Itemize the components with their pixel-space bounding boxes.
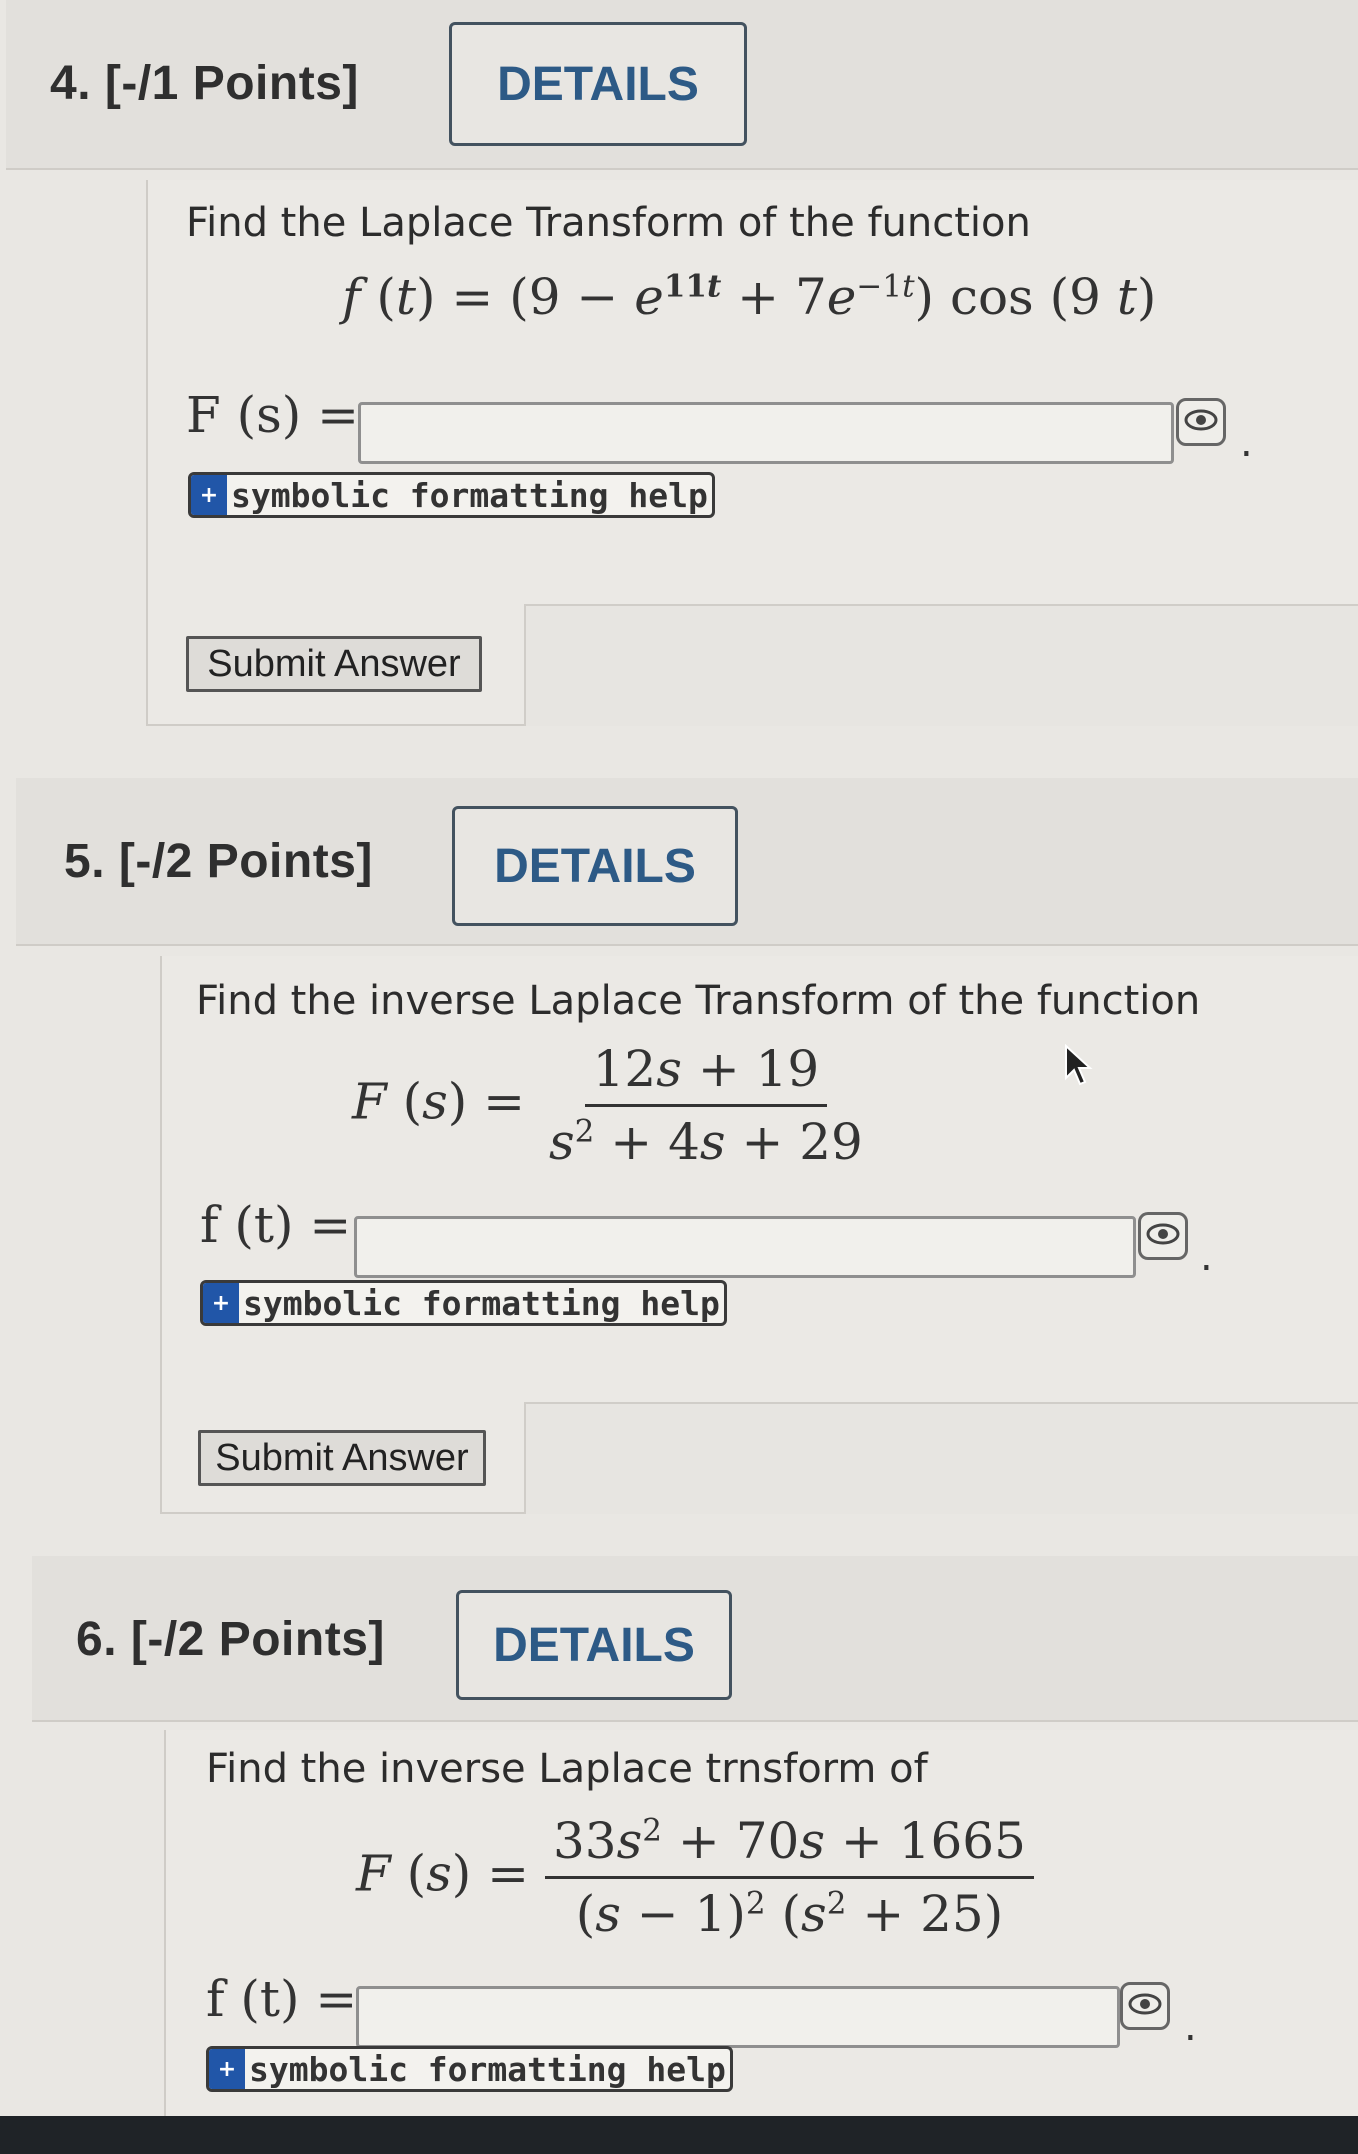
q4-answer-input[interactable] bbox=[358, 402, 1174, 464]
q5-submit-label: Submit Answer bbox=[215, 1436, 469, 1479]
q6-help-label: symbolic formatting help bbox=[249, 2049, 726, 2089]
q5-side-panel bbox=[524, 1402, 1358, 1514]
q6-function: F (s) = 33s2 + 70s + 1665 (s − 1)2 (s2 + … bbox=[356, 1812, 1034, 1943]
q5-number: 5. bbox=[64, 835, 106, 888]
q6-fraction: 33s2 + 70s + 1665 (s − 1)2 (s2 + 25) bbox=[544, 1812, 1034, 1943]
q5-period: . bbox=[1200, 1234, 1213, 1280]
q5-details-label: DETAILS bbox=[494, 839, 696, 893]
eye-icon bbox=[1184, 408, 1218, 436]
q6-number: 6. bbox=[76, 1613, 118, 1666]
q4-preview-button[interactable] bbox=[1176, 398, 1226, 446]
symbol-keyboard-icon: + bbox=[209, 2049, 245, 2089]
q5-details-button[interactable]: DETAILS bbox=[452, 806, 738, 926]
q5-preview-button[interactable] bbox=[1138, 1212, 1188, 1260]
q4-answer-label: F (s) = bbox=[186, 386, 360, 444]
q5-points: [-/2 Points] bbox=[118, 835, 373, 888]
q5-submit-button[interactable]: Submit Answer bbox=[198, 1430, 486, 1486]
q4-prompt: Find the Laplace Transform of the functi… bbox=[186, 200, 1031, 246]
q6-answer-input[interactable] bbox=[356, 1986, 1120, 2048]
q5-help-label: symbolic formatting help bbox=[243, 1283, 720, 1323]
q5-symbolic-help-link[interactable]: + symbolic formatting help bbox=[200, 1280, 727, 1326]
q5-prompt: Find the inverse Laplace Transform of th… bbox=[196, 978, 1201, 1024]
q4-help-label: symbolic formatting help bbox=[231, 475, 708, 515]
q4-points: [-/1 Points] bbox=[104, 57, 359, 110]
q6-details-button[interactable]: DETAILS bbox=[456, 1590, 732, 1700]
eye-icon bbox=[1146, 1222, 1180, 1250]
q6-period: . bbox=[1184, 2004, 1197, 2050]
symbol-keyboard-icon: + bbox=[191, 475, 227, 515]
q6-preview-button[interactable] bbox=[1120, 1982, 1170, 2030]
q6-prompt: Find the inverse Laplace trnsform of bbox=[206, 1746, 928, 1792]
q4-details-button[interactable]: DETAILS bbox=[449, 22, 747, 146]
bottom-bar bbox=[0, 2116, 1358, 2154]
q5-answer-label: f (t) = bbox=[200, 1196, 352, 1254]
q4-period: . bbox=[1240, 420, 1253, 466]
q4-submit-button[interactable]: Submit Answer bbox=[186, 636, 482, 692]
q5-function: F (s) = 12s + 19 s2 + 4s + 29 bbox=[352, 1040, 871, 1171]
q6-points: [-/2 Points] bbox=[130, 1613, 385, 1666]
eye-icon bbox=[1128, 1992, 1162, 2020]
q5-title: 5. [-/2 Points] bbox=[64, 834, 373, 889]
q4-number: 4. bbox=[50, 57, 92, 110]
q4-symbolic-help-link[interactable]: + symbolic formatting help bbox=[188, 472, 715, 518]
q5-fraction: 12s + 19 s2 + 4s + 29 bbox=[548, 1040, 863, 1171]
q5-answer-input[interactable] bbox=[354, 1216, 1136, 1278]
q4-details-label: DETAILS bbox=[497, 57, 699, 111]
symbol-keyboard-icon: + bbox=[203, 1283, 239, 1323]
q4-submit-label: Submit Answer bbox=[207, 642, 461, 685]
q6-answer-label: f (t) = bbox=[206, 1970, 358, 2028]
q6-symbolic-help-link[interactable]: + symbolic formatting help bbox=[206, 2046, 733, 2092]
q4-side-panel bbox=[524, 604, 1358, 726]
q6-details-label: DETAILS bbox=[493, 1618, 695, 1672]
q4-title: 4. [-/1 Points] bbox=[50, 56, 359, 111]
mouse-pointer-icon bbox=[1064, 1043, 1094, 1092]
q4-function: f (t) = (9 − e11t + 7e−1t) cos (9 t) bbox=[342, 268, 1157, 326]
q6-title: 6. [-/2 Points] bbox=[76, 1612, 385, 1667]
